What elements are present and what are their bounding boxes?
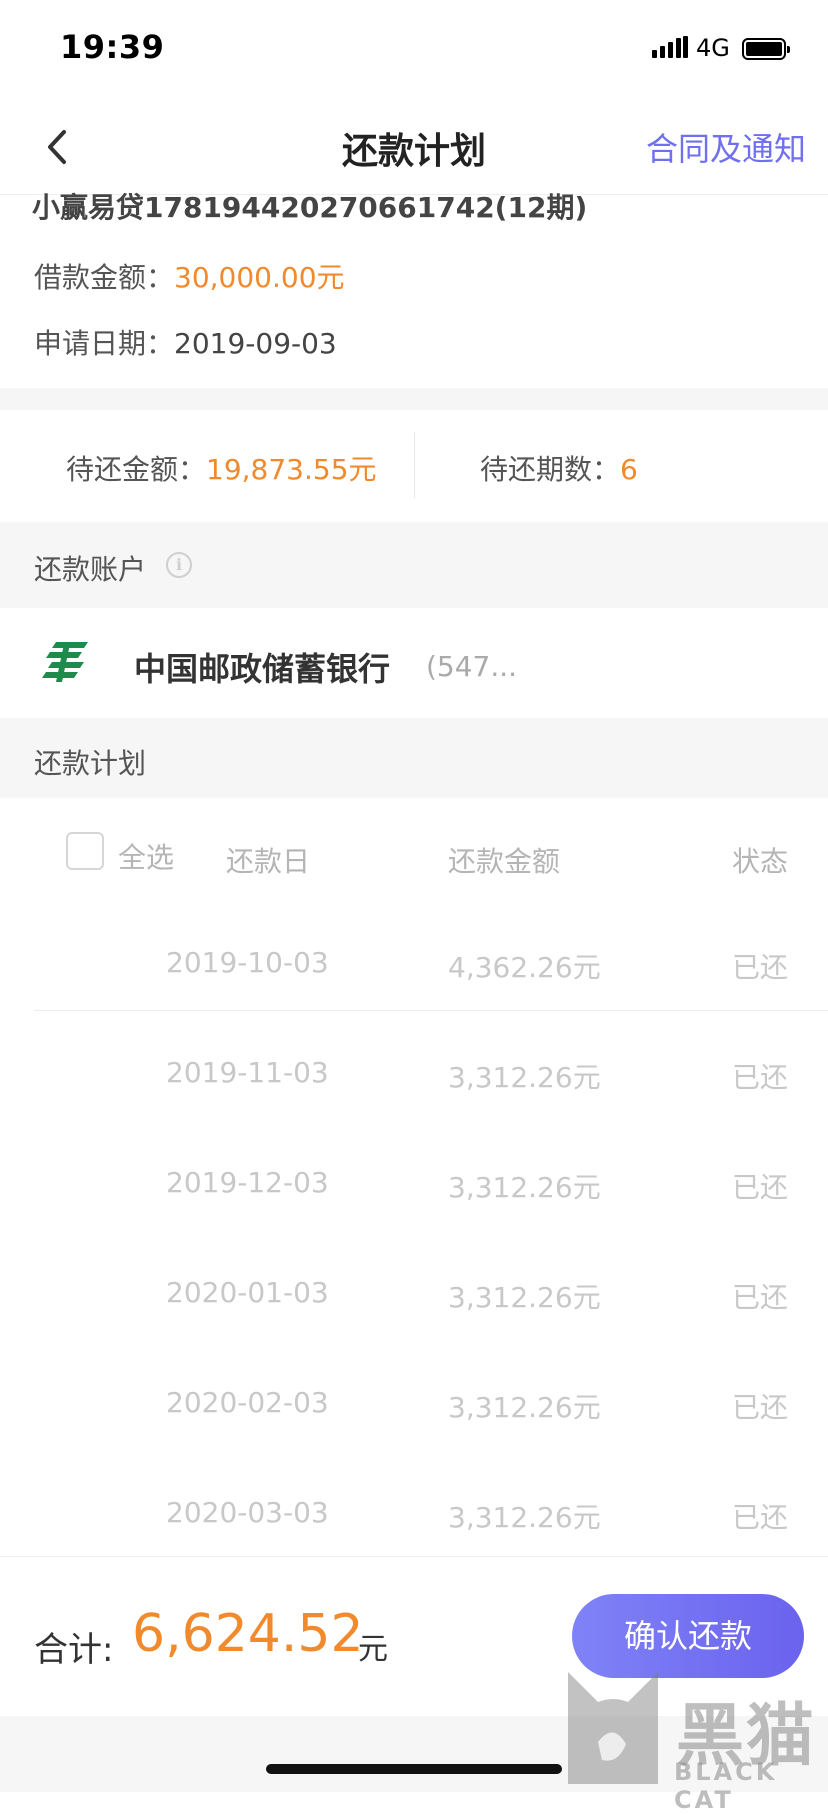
total-value: 6,624.52 xyxy=(132,1604,364,1664)
row-status: 已还 xyxy=(732,1061,789,1094)
row-amount: 3,312.26元 xyxy=(448,1171,601,1204)
loan-product-name: 小赢易贷178194420270661742(12期) xyxy=(32,191,588,224)
network-label: 4G xyxy=(696,34,730,62)
pending-amount-label: 待还金额： xyxy=(66,453,207,486)
apply-date-row: 申请日期：2019-09-03 xyxy=(34,322,337,362)
watermark-subtext: BLACK CAT xyxy=(674,1758,778,1814)
row-amount: 4,362.26元 xyxy=(448,951,601,984)
loan-amount-label: 借款金额： xyxy=(34,261,175,294)
row-date: 2019-12-03 xyxy=(166,1166,329,1199)
section-separator xyxy=(0,388,828,410)
header-status: 状态 xyxy=(732,845,789,878)
row-date: 2019-11-03 xyxy=(166,1056,329,1089)
plan-section-title: 还款计划 xyxy=(34,747,147,780)
bank-name: 中国邮政储蓄银行 xyxy=(134,650,391,688)
row-amount: 3,312.26元 xyxy=(448,1061,601,1094)
footer-divider xyxy=(0,1556,828,1557)
total-label: 合计: xyxy=(34,1630,114,1670)
row-amount: 3,312.26元 xyxy=(448,1391,601,1424)
row-status: 已还 xyxy=(732,1501,789,1534)
info-circle-icon[interactable]: i xyxy=(166,552,192,578)
pending-amount-value: 19,873.55元 xyxy=(206,453,377,486)
row-date: 2020-03-03 xyxy=(166,1496,329,1529)
loan-amount-value: 30,000.00元 xyxy=(174,261,345,294)
account-section-title: 还款账户 xyxy=(34,553,147,586)
loan-amount-row: 借款金额：30,000.00元 xyxy=(34,256,345,296)
home-indicator xyxy=(266,1764,562,1774)
pending-amount: 待还金额：19,873.55元 xyxy=(66,448,377,488)
pending-count-value: 6 xyxy=(620,453,638,486)
status-time: 19:39 xyxy=(60,28,165,66)
row-status: 已还 xyxy=(732,1391,789,1424)
pending-count-label: 待还期数： xyxy=(480,453,621,486)
pending-divider xyxy=(414,432,415,498)
apply-date-value: 2019-09-03 xyxy=(174,327,337,360)
header-amount: 还款金额 xyxy=(448,845,561,878)
row-date: 2020-02-03 xyxy=(166,1386,329,1419)
header-date: 还款日 xyxy=(226,845,311,878)
contract-notice-link[interactable]: 合同及通知 xyxy=(646,124,806,170)
signal-bars-icon xyxy=(652,36,688,58)
row-divider xyxy=(34,1010,828,1011)
row-date: 2019-10-03 xyxy=(166,946,329,979)
total-unit: 元 xyxy=(358,1632,388,1667)
row-status: 已还 xyxy=(732,1281,789,1314)
row-status: 已还 xyxy=(732,951,789,984)
apply-date-label: 申请日期： xyxy=(34,327,175,360)
battery-icon xyxy=(742,38,790,60)
row-date: 2020-01-03 xyxy=(166,1276,329,1309)
pending-count: 待还期数：6 xyxy=(480,448,638,488)
confirm-repay-button[interactable]: 确认还款 xyxy=(572,1594,804,1678)
bank-account-suffix: (547... xyxy=(426,650,518,683)
select-all-checkbox[interactable] xyxy=(66,832,104,870)
row-amount: 3,312.26元 xyxy=(448,1281,601,1314)
select-all-label[interactable]: 全选 xyxy=(118,836,174,876)
row-amount: 3,312.26元 xyxy=(448,1501,601,1534)
black-cat-logo-icon xyxy=(568,1672,658,1784)
postal-bank-logo xyxy=(42,642,88,682)
row-status: 已还 xyxy=(732,1171,789,1204)
